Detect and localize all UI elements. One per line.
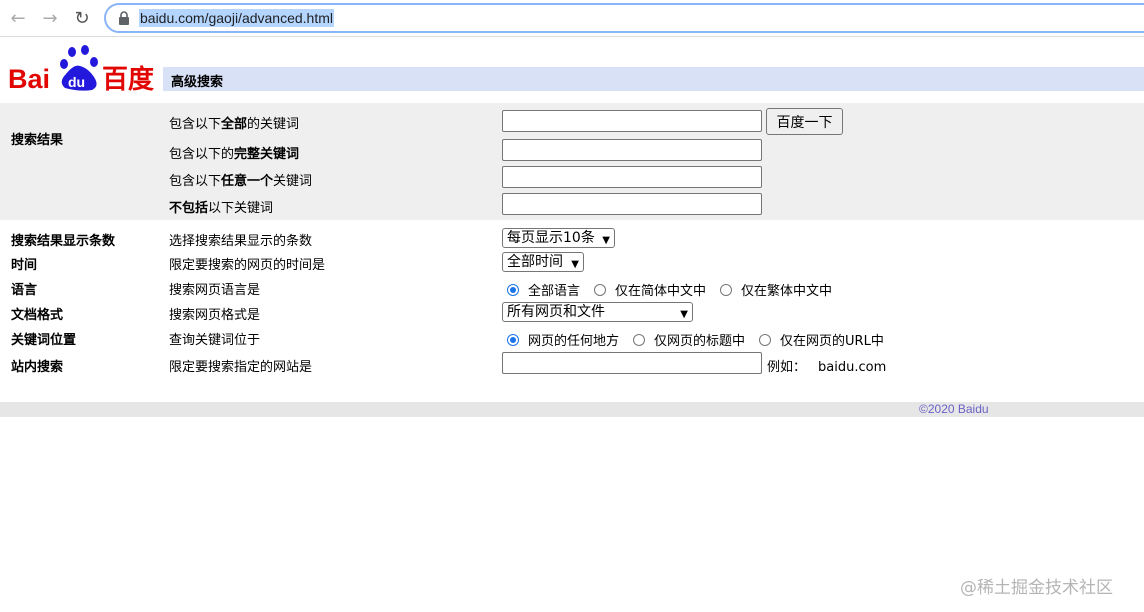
section-label-results: 搜索结果: [11, 133, 64, 148]
example-label: 例如：: [767, 360, 807, 375]
url-text[interactable]: baidu.com/gaoji/advanced.html: [139, 9, 335, 27]
example-value: baidu.com: [818, 360, 887, 375]
format-label: 文档格式: [11, 308, 64, 323]
keyword-row-any: 包含以下任意一个关键词: [169, 170, 312, 189]
watermark: @稀土掘金技术社区: [960, 578, 1113, 598]
radio-label: 仅网页的标题中: [654, 334, 746, 349]
row-bold: 完整关键词: [234, 147, 300, 162]
chevron-down-icon: ▼: [602, 235, 610, 246]
count-label: 搜索结果显示条数: [11, 234, 116, 249]
site-label: 站内搜索: [11, 360, 64, 375]
browser-toolbar: ← → ↻ baidu.com/gaoji/advanced.html: [0, 0, 1144, 37]
reload-icon[interactable]: ↻: [70, 6, 94, 30]
lock-icon: [119, 11, 129, 25]
position-radio-anywhere[interactable]: [507, 333, 519, 346]
keyword-row-all: 包含以下全部的关键词: [169, 113, 299, 132]
language-radio-all[interactable]: [507, 283, 519, 296]
back-arrow-icon[interactable]: ←: [6, 6, 30, 30]
language-radio-traditional[interactable]: [720, 283, 733, 296]
baidu-logo[interactable]: Bai du 百度: [8, 44, 158, 94]
row-prefix: 包含以下: [169, 117, 222, 132]
keyword-row-exact: 包含以下的完整关键词: [169, 143, 299, 162]
position-radio-group: 网页的任何地方 仅网页的标题中 仅在网页的URL中: [507, 330, 898, 349]
row-suffix: 以下关键词: [208, 201, 274, 216]
row-bold: 不包括: [169, 201, 209, 216]
exact-phrase-input[interactable]: [502, 139, 762, 161]
chevron-down-icon: ▼: [680, 309, 688, 320]
forward-arrow-icon[interactable]: →: [38, 6, 62, 30]
radio-label: 全部语言: [528, 284, 581, 299]
radio-label: 网页的任何地方: [528, 334, 620, 349]
time-label: 时间: [11, 258, 38, 273]
svg-text:Bai: Bai: [8, 64, 50, 94]
chevron-down-icon: ▼: [571, 259, 579, 270]
svg-text:百度: 百度: [102, 64, 154, 94]
copyright-text: ©2020 Baidu: [919, 402, 989, 416]
language-radio-simplified[interactable]: [594, 283, 607, 296]
radio-label: 仅在简体中文中: [615, 284, 707, 299]
language-radio-group: 全部语言 仅在简体中文中 仅在繁体中文中: [507, 280, 846, 299]
count-desc: 选择搜索结果显示的条数: [169, 234, 313, 249]
time-select[interactable]: 全部时间 ▼: [502, 252, 584, 272]
address-bar[interactable]: baidu.com/gaoji/advanced.html: [104, 3, 1144, 33]
radio-label: 仅在网页的URL中: [780, 334, 884, 349]
keyword-row-exclude: 不包括以下关键词: [169, 197, 273, 216]
exclude-keywords-input[interactable]: [502, 193, 762, 215]
count-select-value: 每页显示10条: [507, 230, 595, 246]
row-suffix: 的关键词: [247, 117, 300, 132]
footer: ©2020 Baidu: [0, 402, 1144, 417]
position-radio-title[interactable]: [633, 333, 646, 346]
row-prefix: 包含以下的: [169, 147, 235, 162]
page-title-bar: 高级搜索: [163, 67, 1144, 91]
position-radio-url[interactable]: [759, 333, 772, 346]
language-desc: 搜索网页语言是: [169, 283, 261, 298]
site-desc: 限定要搜索指定的网站是: [169, 360, 313, 375]
position-label: 关键词位置: [11, 333, 77, 348]
row-prefix: 包含以下: [169, 174, 222, 189]
format-select-value: 所有网页和文件: [507, 304, 605, 320]
site-example: 例如： baidu.com: [767, 356, 886, 375]
any-keyword-input[interactable]: [502, 166, 762, 188]
language-label: 语言: [11, 283, 38, 298]
search-button[interactable]: 百度一下: [766, 108, 843, 135]
page-title: 高级搜索: [171, 75, 224, 90]
radio-label: 仅在繁体中文中: [741, 284, 833, 299]
format-select[interactable]: 所有网页和文件 ▼: [502, 302, 693, 322]
time-desc: 限定要搜索的网页的时间是: [169, 258, 326, 273]
row-bold: 全部: [221, 117, 248, 132]
count-select[interactable]: 每页显示10条 ▼: [502, 228, 615, 248]
svg-text:du: du: [68, 74, 85, 90]
format-desc: 搜索网页格式是: [169, 308, 261, 323]
time-select-value: 全部时间: [507, 254, 563, 270]
row-bold: 任意一个: [221, 174, 274, 189]
all-keywords-input[interactable]: [502, 110, 762, 132]
position-desc: 查询关键词位于: [169, 333, 261, 348]
row-suffix: 关键词: [273, 174, 313, 189]
site-input[interactable]: [502, 352, 762, 374]
